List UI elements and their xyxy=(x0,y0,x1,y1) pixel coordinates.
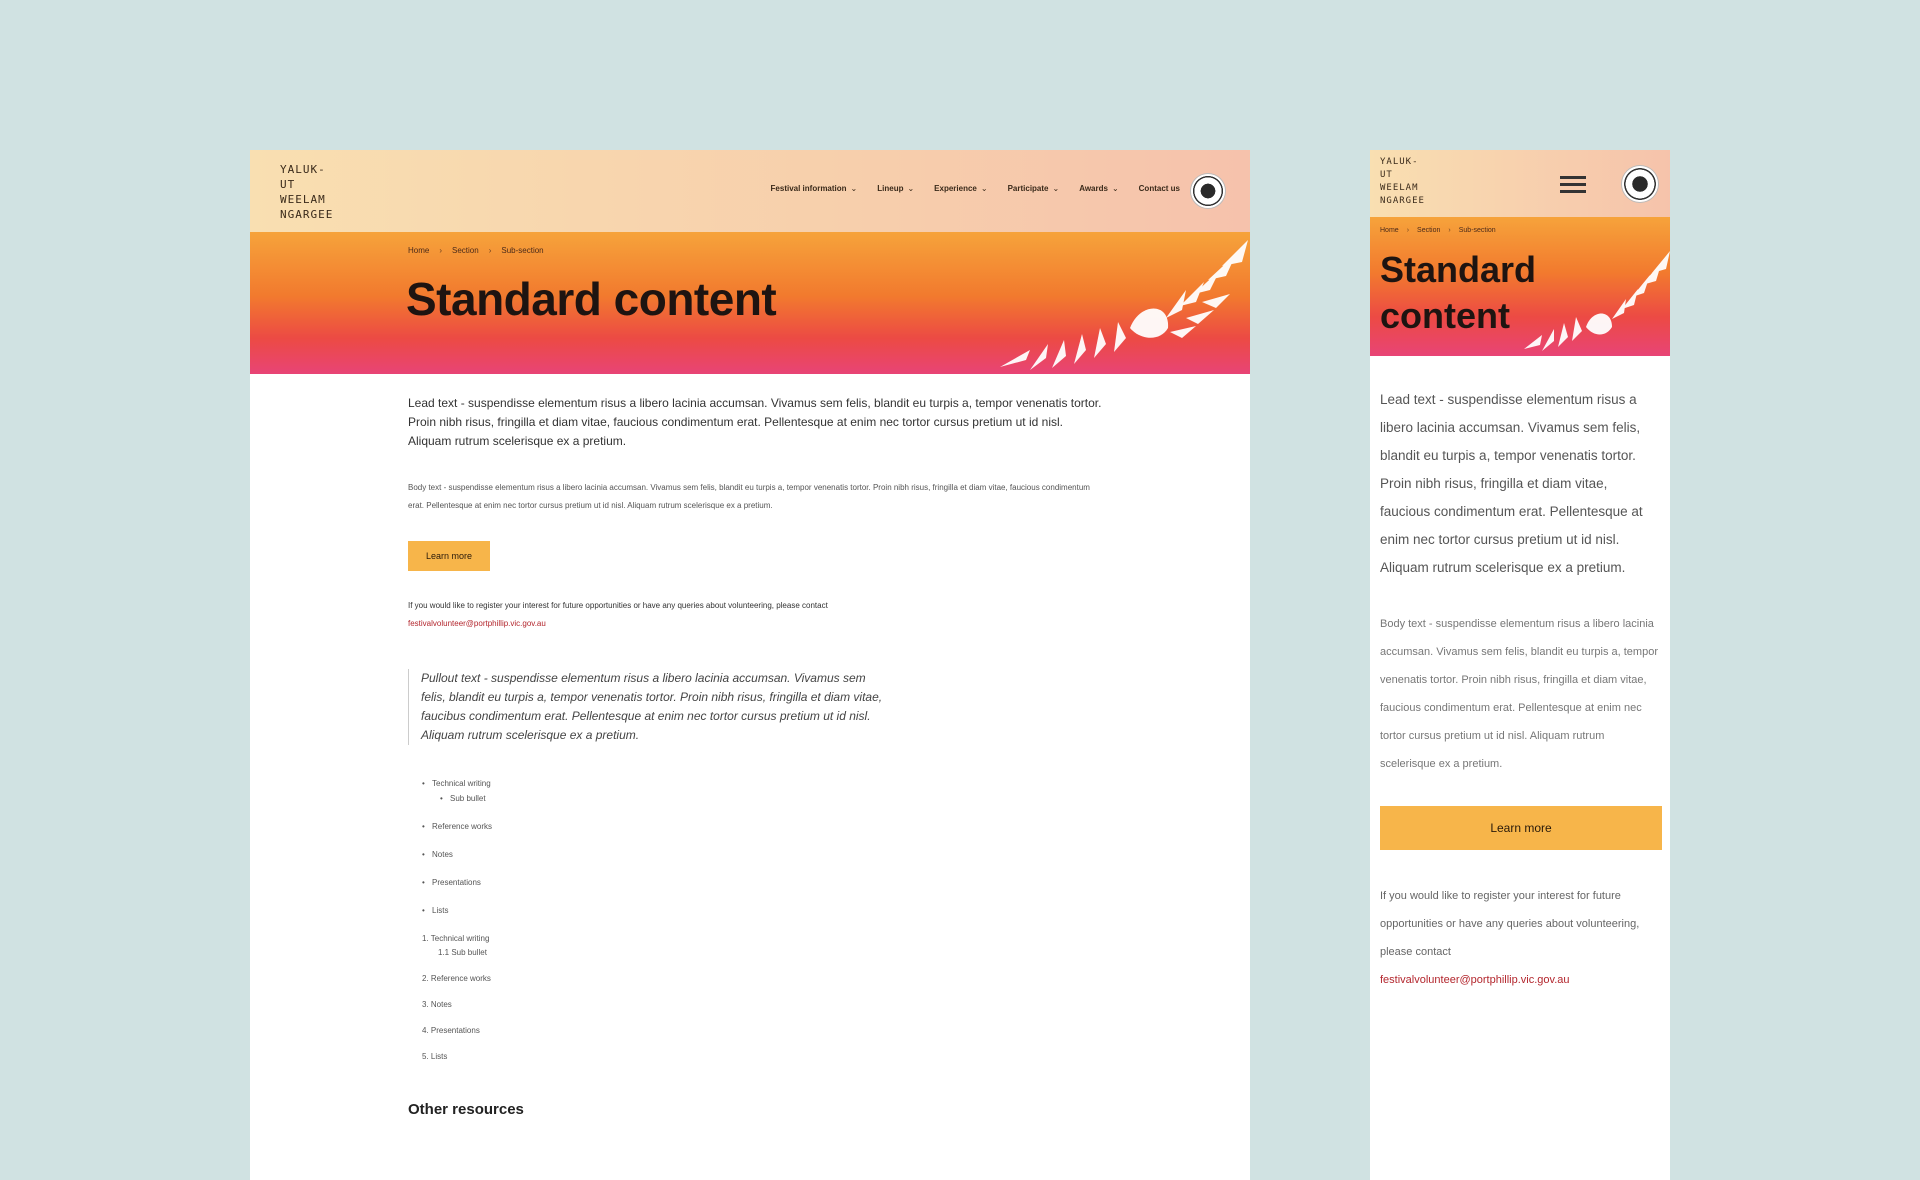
page-title: Standard content xyxy=(406,273,777,325)
nav-item-lineup[interactable]: Lineup ⌄ xyxy=(877,184,914,193)
breadcrumb-separator: › xyxy=(439,246,443,255)
nav-item-awards[interactable]: Awards ⌄ xyxy=(1079,184,1118,193)
nav-item-experience[interactable]: Experience ⌄ xyxy=(934,184,987,193)
bullet-list: Technical writing Sub bullet Reference w… xyxy=(422,779,1250,915)
main-nav: Festival information ⌄ Lineup ⌄ Experience… xyxy=(771,184,1180,193)
chevron-down-icon: ⌄ xyxy=(907,184,915,193)
learn-more-button[interactable]: Learn more xyxy=(1380,806,1662,850)
mobile-content: Lead text - suspendisse elementum risus … xyxy=(1370,356,1670,994)
breadcrumb-home[interactable]: Home xyxy=(1380,227,1399,234)
breadcrumb-current: Sub-section xyxy=(501,246,544,255)
page-content: Lead text - suspendisse elementum risus … xyxy=(250,374,1250,1118)
contact-text: If you would like to register your inter… xyxy=(1380,890,1640,958)
list-item: Notes xyxy=(422,850,1250,859)
site-logo[interactable]: YALUK-UT WEELAM NGARGEE xyxy=(1380,156,1428,208)
chevron-down-icon: ⌄ xyxy=(1111,184,1119,193)
nav-item-contact-us[interactable]: Contact us xyxy=(1139,184,1180,193)
list-item: Lists xyxy=(422,906,1250,915)
body-paragraph: Body text - suspendisse elementum risus … xyxy=(1380,618,1658,770)
nav-item-participate[interactable]: Participate ⌄ xyxy=(1008,184,1060,193)
breadcrumb: Home › Section › Sub-section xyxy=(408,246,544,255)
breadcrumb-section[interactable]: Section xyxy=(452,246,479,255)
contact-email-link[interactable]: festivalvolunteer@portphillip.vic.gov.au xyxy=(408,619,546,628)
mobile-hero: Home › Section › Sub-section Standard co… xyxy=(1370,217,1670,356)
nav-item-festival-information[interactable]: Festival information ⌄ xyxy=(771,184,858,193)
learn-more-button[interactable]: Learn more xyxy=(408,541,491,571)
desktop-preview: YALUK-UT WEELAM NGARGEE Festival informa… xyxy=(250,150,1250,1180)
other-resources-heading: Other resources xyxy=(408,1101,524,1118)
lead-paragraph: Lead text - suspendisse elementum risus … xyxy=(1380,392,1643,575)
breadcrumb-home[interactable]: Home xyxy=(408,246,429,255)
list-item: Presentations xyxy=(422,878,1250,887)
mobile-header: YALUK-UT WEELAM NGARGEE xyxy=(1370,150,1670,217)
contact-paragraph: If you would like to register your inter… xyxy=(1380,882,1660,994)
contact-paragraph: If you would like to register your inter… xyxy=(408,597,1250,633)
list-item: 2. Reference works xyxy=(422,974,491,983)
page-hero: Home › Section › Sub-section Standard co… xyxy=(250,232,1250,374)
contact-text: If you would like to register your inter… xyxy=(408,601,828,610)
chevron-down-icon: ⌄ xyxy=(850,184,858,193)
list-item: 4. Presentations xyxy=(422,1026,480,1035)
leaf-decoration-icon xyxy=(1000,240,1248,370)
breadcrumb-section[interactable]: Section xyxy=(1417,227,1440,234)
leaf-decoration-icon xyxy=(1524,251,1670,351)
body-paragraph: Body text - suspendisse elementum risus … xyxy=(408,483,1090,510)
breadcrumb: Home › Section › Sub-section xyxy=(1380,227,1496,234)
chevron-down-icon: ⌄ xyxy=(980,184,988,193)
list-item: 1.1 Sub bullet xyxy=(438,948,487,957)
breadcrumb-separator: › xyxy=(1406,227,1410,234)
list-item: Reference works xyxy=(422,822,1250,831)
pullout-quote: Pullout text - suspendisse elementum ris… xyxy=(408,669,888,745)
breadcrumb-separator: › xyxy=(1448,227,1451,234)
list-item: 3. Notes xyxy=(422,1000,452,1009)
list-item: 5. Lists xyxy=(422,1052,448,1061)
list-item: Sub bullet xyxy=(440,794,1250,803)
breadcrumb-separator: › xyxy=(488,246,492,255)
chevron-down-icon: ⌄ xyxy=(1052,184,1060,193)
city-seal-icon[interactable] xyxy=(1622,166,1658,202)
contact-email-link[interactable]: festivalvolunteer@portphillip.vic.gov.au xyxy=(1380,974,1570,986)
numbered-list: 1. Technical writing 1.1 Sub bullet 2. R… xyxy=(422,934,1250,1061)
site-logo[interactable]: YALUK-UT WEELAM NGARGEE xyxy=(280,162,340,222)
site-header: YALUK-UT WEELAM NGARGEE Festival informa… xyxy=(250,150,1250,232)
mobile-preview: YALUK-UT WEELAM NGARGEE Home › Section ›… xyxy=(1370,150,1670,1180)
breadcrumb-current: Sub-section xyxy=(1458,227,1496,234)
city-seal-icon[interactable] xyxy=(1191,174,1225,208)
lead-paragraph: Lead text - suspendisse elementum risus … xyxy=(408,396,1102,448)
hamburger-menu-icon[interactable] xyxy=(1560,176,1586,197)
list-item: 1. Technical writing xyxy=(422,934,490,943)
list-item: Technical writing xyxy=(422,779,1250,788)
